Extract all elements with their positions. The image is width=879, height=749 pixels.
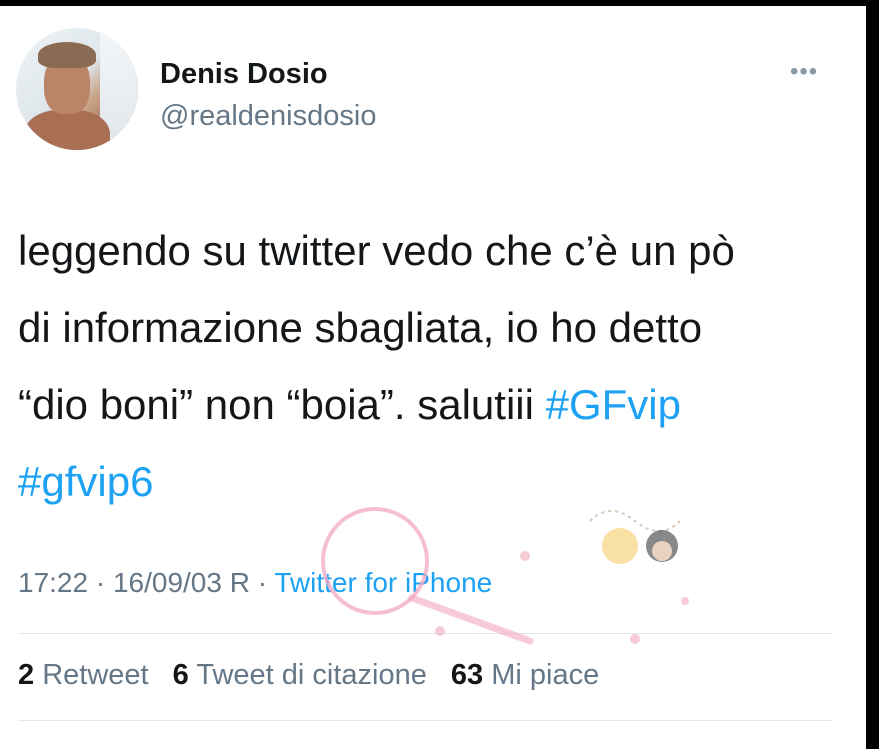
hashtag-link[interactable]: #GFvip <box>546 381 681 428</box>
like-label: Mi piace <box>491 659 600 691</box>
tweet-stats: 2 Retweet 6 Tweet di citazione 63 Mi pia… <box>18 659 615 692</box>
retweet-label: Retweet <box>42 659 149 691</box>
timestamp[interactable]: 17:22 · 16/09/03 R <box>18 567 250 598</box>
retweet-count: 2 <box>18 659 35 691</box>
more-horizontal-icon[interactable]: ••• <box>790 58 818 86</box>
avatar-body <box>24 110 110 150</box>
watermark-paw <box>520 551 530 561</box>
tweet-text-line: “dio boni” non “boia”. salutiii #GFvip <box>18 366 858 443</box>
hashtag-link[interactable]: #gfvip6 <box>18 458 153 505</box>
quote-count: 6 <box>172 659 189 691</box>
watermark-character-2-face <box>652 541 672 561</box>
watermark-paw <box>435 626 445 636</box>
likes-stat[interactable]: 63 Mi piace <box>451 659 599 691</box>
tweet-text: leggendo su twitter vedo che c’è un pò d… <box>18 212 858 520</box>
display-name[interactable]: Denis Dosio <box>160 58 328 91</box>
watermark-lens-handle <box>408 594 534 645</box>
tweet-text-line: leggendo su twitter vedo che c’è un pò <box>18 227 735 274</box>
quote-label: Tweet di citazione <box>196 659 427 691</box>
tweet-text-segment: “dio boni” non “boia”. salutiii <box>18 381 546 428</box>
quotes-stat[interactable]: 6 Tweet di citazione <box>173 659 427 691</box>
watermark-character-2 <box>646 530 678 562</box>
source-link[interactable]: Twitter for iPhone <box>274 567 492 598</box>
watermark-character-1 <box>602 528 638 564</box>
tweet-text-line: di informazione sbagliata, io ho detto <box>18 304 703 351</box>
tweet-text-line: #gfvip6 <box>18 443 858 520</box>
tweet-metadata: 17:22 · 16/09/03 R · Twitter for iPhone <box>18 567 492 599</box>
divider <box>18 633 833 634</box>
like-count: 63 <box>450 659 484 691</box>
avatar[interactable] <box>16 28 138 150</box>
watermark-paw <box>681 597 689 605</box>
tweet-card: Denis Dosio @realdenisdosio ••• leggendo… <box>0 6 866 749</box>
user-handle[interactable]: @realdenisdosio <box>160 100 376 133</box>
retweets-stat[interactable]: 2 Retweet <box>18 659 149 691</box>
meta-separator: · <box>249 567 275 598</box>
avatar-hair <box>38 42 96 68</box>
divider <box>18 720 833 721</box>
watermark-paw <box>630 634 640 644</box>
